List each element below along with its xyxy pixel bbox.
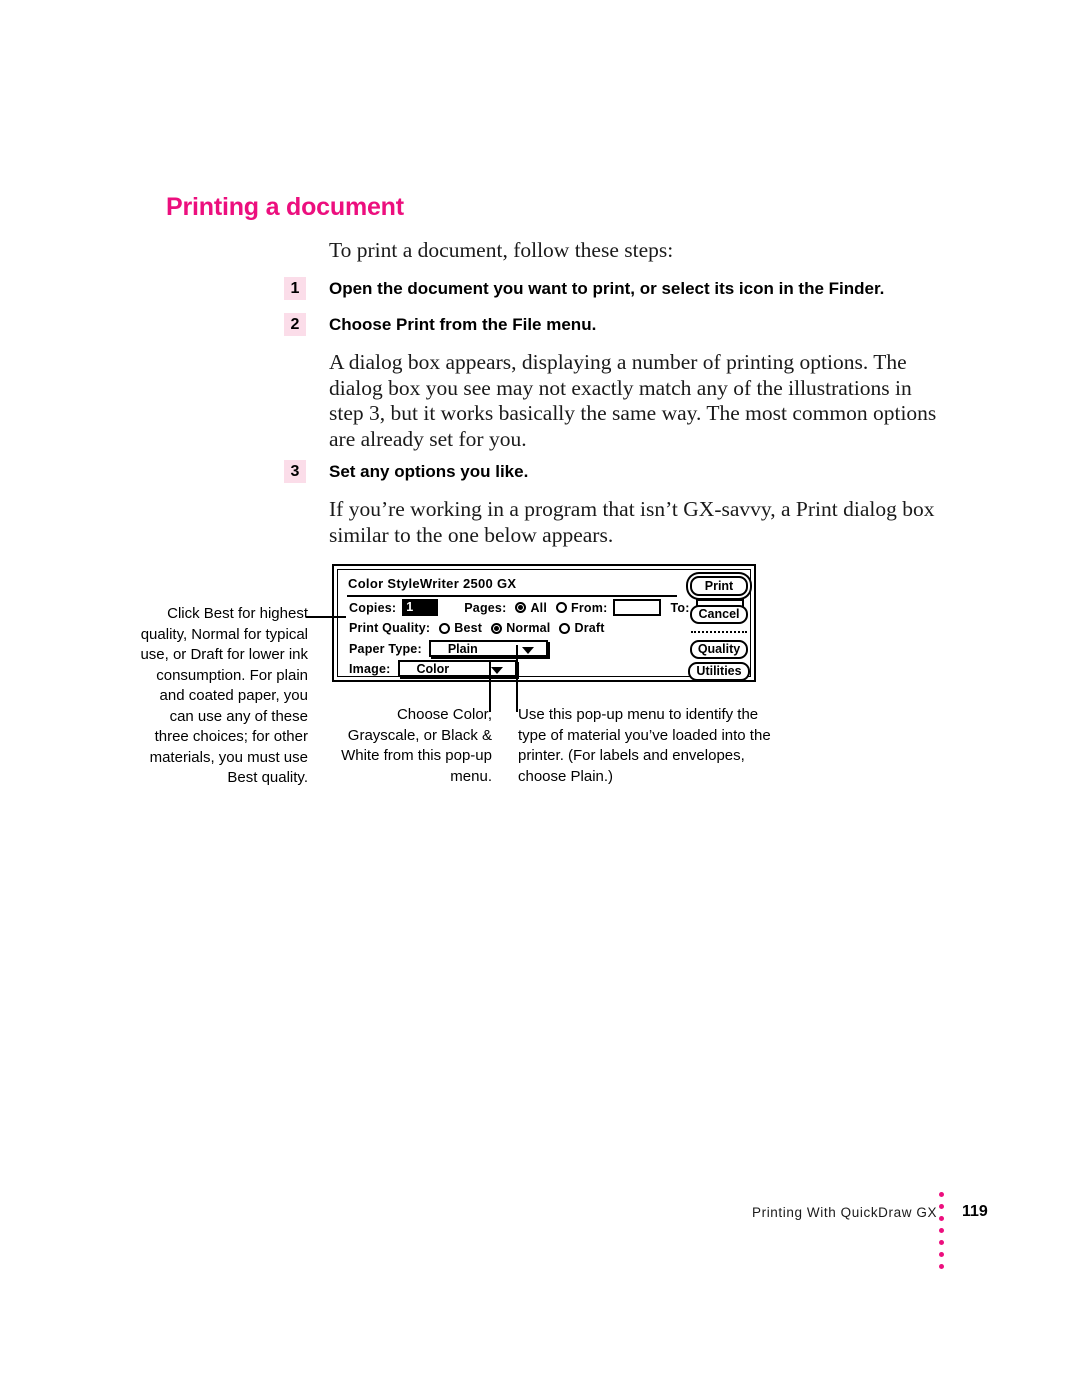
image-label: Image: [349,661,391,676]
page-title: Printing a document [166,193,404,221]
step-number-badge: 2 [284,313,306,336]
pages-label: Pages: [464,600,507,615]
footer-dot [939,1228,944,1233]
quality-normal-radio[interactable] [491,622,503,634]
quality-draft-label: Draft [574,621,605,635]
copies-label: Copies: [349,600,397,615]
step-text: Open the document you want to print, or … [329,279,885,298]
print-button[interactable]: Print [690,576,748,596]
leader-line-paper-popup [516,645,518,712]
step-number-badge: 3 [284,460,306,483]
step-text: Set any options you like. [329,462,529,481]
paper-type-popup-menu[interactable]: Plain [428,640,548,657]
dialog-title: Color StyleWriter 2500 GX [348,576,517,591]
quality-button[interactable]: Quality [690,640,748,659]
print-quality-label: Print Quality: [349,621,431,635]
running-head: Printing With QuickDraw GX [752,1205,938,1220]
pages-all-label: All [530,600,548,615]
image-popup-menu[interactable]: Color [397,660,517,677]
copies-input[interactable]: 1 [402,599,439,616]
cancel-button[interactable]: Cancel [690,605,748,624]
footer-dot [939,1204,944,1209]
image-value: Color [416,661,450,676]
intro-paragraph: To print a document, follow these steps: [329,238,674,262]
step-text: Choose Print from the File menu. [329,315,597,334]
footer-dot [939,1252,944,1257]
dialog-description-paragraph: A dialog box appears, displaying a numbe… [329,350,937,451]
leader-line-print-quality [306,616,346,618]
paper-type-row: Paper Type: Plain [349,640,548,657]
quality-normal-label: Normal [506,621,551,635]
step-number-badge: 1 [284,277,306,300]
callout-print-quality: Click Best for highest quality, Normal f… [140,605,308,786]
dialog-inner-frame: Color StyleWriter 2500 GX Copies: 1 Page… [337,569,751,681]
pages-range-radio[interactable] [556,602,568,613]
gx-savvy-paragraph: If you’re working in a program that isn’… [329,497,935,547]
button-separator [691,631,747,633]
step-item-1: 1 Open the document you want to print, o… [284,277,884,300]
footer-dot [939,1240,944,1245]
leader-line-image-popup [489,662,491,712]
pages-from-label: From: [571,600,608,615]
chevron-down-icon [490,666,503,674]
quality-best-radio[interactable] [439,622,451,634]
quality-draft-radio[interactable] [559,622,571,634]
pages-all-radio[interactable] [515,602,527,613]
paper-type-label: Paper Type: [349,641,422,656]
footer-dot [939,1216,944,1221]
callout-image-popup: Choose Color, Grayscale, or Black & Whit… [341,706,492,785]
footer-dot [939,1192,944,1197]
image-row: Image: Color [349,660,517,677]
footer-dot-column [939,1192,944,1269]
dialog-title-rule [347,595,677,597]
step-item-3: 3 Set any options you like. [284,460,528,483]
pages-from-input[interactable] [613,599,662,616]
copies-pages-row: Copies: 1 Pages: All From: To: [349,599,744,616]
utilities-button[interactable]: Utilities [688,662,750,681]
print-quality-row: Print Quality: Best Normal Draft [349,621,605,635]
chevron-down-icon [521,646,534,654]
quality-best-label: Best [454,621,483,635]
pages-to-label: To: [670,600,690,615]
page-number: 119 [962,1203,988,1220]
print-dialog: Color StyleWriter 2500 GX Copies: 1 Page… [332,564,756,682]
paper-type-value: Plain [447,641,478,656]
callout-paper-popup: Use this pop-up menu to identify the typ… [518,706,771,785]
step-item-2: 2 Choose Print from the File menu. [284,313,596,336]
footer-dot [939,1264,944,1269]
